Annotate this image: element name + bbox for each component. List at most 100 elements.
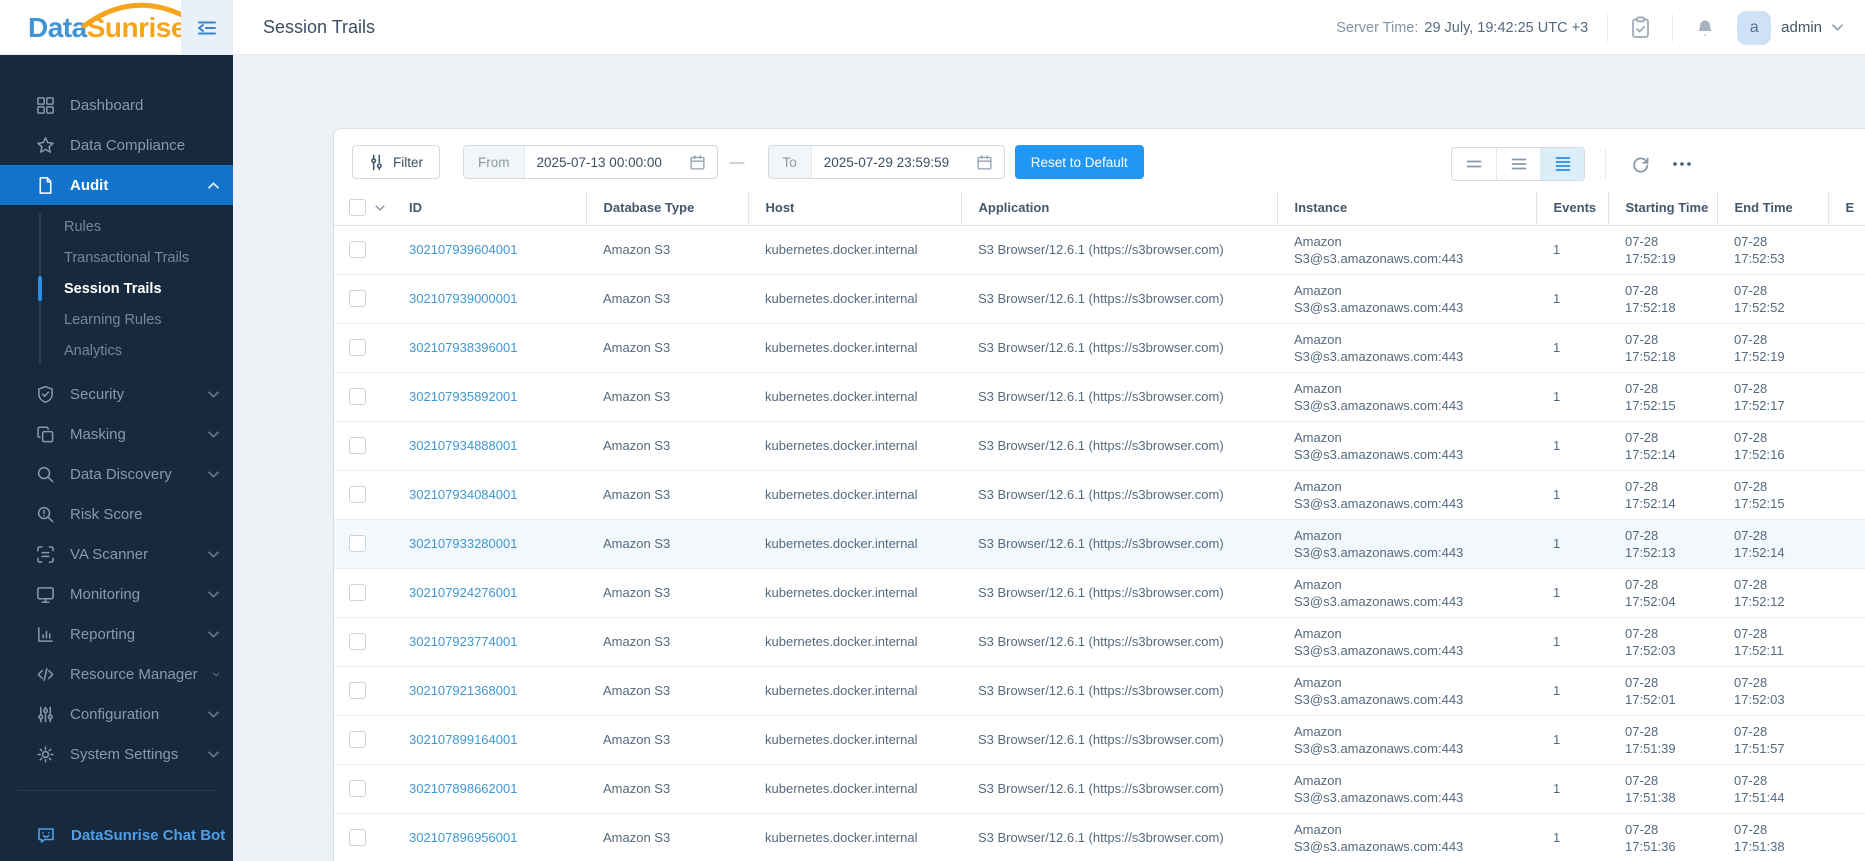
clipboard-icon[interactable] <box>1627 15 1653 41</box>
session-id-link[interactable]: 302107935892001 <box>409 389 517 404</box>
table-row[interactable]: 302107935892001 Amazon S3 kubernetes.doc… <box>334 372 1865 422</box>
table-row[interactable]: 302107933280001 Amazon S3 kubernetes.doc… <box>334 519 1865 569</box>
row-checkbox[interactable] <box>349 731 366 749</box>
sidebar-item-risk-score[interactable]: Risk Score <box>0 494 233 534</box>
session-id-link[interactable]: 302107923774001 <box>409 634 517 649</box>
row-checkbox[interactable] <box>349 437 366 455</box>
session-id-link[interactable]: 302107939604001 <box>409 242 517 257</box>
column-header-e-truncated[interactable]: E <box>1827 191 1865 226</box>
session-id-link[interactable]: 302107896956001 <box>409 830 517 845</box>
column-header-host[interactable]: Host <box>747 191 961 226</box>
calendar-icon[interactable] <box>974 146 1004 178</box>
row-checkbox[interactable] <box>349 339 366 357</box>
calendar-icon[interactable] <box>687 146 717 178</box>
table-row[interactable]: 302107898662001 Amazon S3 kubernetes.doc… <box>334 764 1865 814</box>
sidebar-item-resource-manager[interactable]: Resource Manager <box>0 654 233 694</box>
sidebar-item-rules[interactable]: Rules <box>0 211 233 242</box>
column-header-starting-time[interactable]: Starting Time <box>1607 191 1717 226</box>
sidebar-item-reporting[interactable]: Reporting <box>0 614 233 654</box>
column-header-events[interactable]: Events <box>1535 191 1608 226</box>
row-checkbox[interactable] <box>349 388 366 406</box>
table-row[interactable]: 302107899164001 Amazon S3 kubernetes.doc… <box>334 715 1865 765</box>
row-checkbox[interactable] <box>349 633 366 651</box>
bell-icon[interactable] <box>1692 15 1718 41</box>
row-checkbox[interactable] <box>349 241 366 259</box>
select-all-checkbox[interactable] <box>349 199 366 217</box>
cell-extra <box>1828 323 1865 373</box>
selection-menu-chevron-icon[interactable] <box>375 205 385 211</box>
cell-end-time: 07-28 17:52:17 <box>1717 372 1828 422</box>
cell-application: S3 Browser/12.6.1 (https://s3browser.com… <box>961 323 1277 373</box>
session-id-link[interactable]: 302107898662001 <box>409 781 517 796</box>
to-date-field[interactable]: To 2025-07-29 23:59:59 <box>767 145 1005 179</box>
row-checkbox[interactable] <box>349 780 366 798</box>
sidebar-item-configuration[interactable]: Configuration <box>0 694 233 734</box>
more-options-icon[interactable] <box>1668 150 1696 178</box>
session-id-link[interactable]: 302107939000001 <box>409 291 517 306</box>
refresh-icon[interactable] <box>1626 150 1654 178</box>
cell-select <box>334 813 401 861</box>
cell-starting-time: 07-28 17:52:04 <box>1608 568 1717 618</box>
sidebar-item-monitoring[interactable]: Monitoring <box>0 574 233 614</box>
sidebar-item-data-compliance[interactable]: Data Compliance <box>0 125 233 165</box>
user-name: admin <box>1781 19 1822 36</box>
table-row[interactable]: 302107939000001 Amazon S3 kubernetes.doc… <box>334 274 1865 324</box>
session-id-link[interactable]: 302107924276001 <box>409 585 517 600</box>
from-date-value[interactable]: 2025-07-13 00:00:00 <box>525 146 687 178</box>
cell-application: S3 Browser/12.6.1 (https://s3browser.com… <box>961 764 1277 814</box>
column-header-end-time[interactable]: End Time <box>1716 191 1828 226</box>
sidebar-item-analytics[interactable]: Analytics <box>0 335 233 366</box>
user-menu[interactable]: a admin <box>1737 10 1843 45</box>
table-row[interactable]: 302107938396001 Amazon S3 kubernetes.doc… <box>334 323 1865 373</box>
sidebar-item-audit[interactable]: Audit <box>0 165 233 205</box>
sidebar-item-transactional-trails[interactable]: Transactional Trails <box>0 242 233 273</box>
session-id-link[interactable]: 302107933280001 <box>409 536 517 551</box>
row-checkbox[interactable] <box>349 290 366 308</box>
session-id-link[interactable]: 302107934888001 <box>409 438 517 453</box>
sidebar-item-system-settings[interactable]: System Settings <box>0 734 233 774</box>
cell-extra <box>1828 764 1865 814</box>
density-comfortable-button[interactable] <box>1540 148 1584 180</box>
sidebar-item-dashboard[interactable]: Dashboard <box>0 85 233 125</box>
dashboard-icon <box>36 96 55 115</box>
density-compact-button[interactable] <box>1452 148 1496 180</box>
session-id-link[interactable]: 302107934084001 <box>409 487 517 502</box>
column-header-id[interactable]: ID <box>401 191 586 226</box>
session-id-link[interactable]: 302107899164001 <box>409 732 517 747</box>
chevron-down-icon <box>1832 24 1843 31</box>
column-header-database-type[interactable]: Database Type <box>585 191 748 226</box>
table-row[interactable]: 302107934888001 Amazon S3 kubernetes.doc… <box>334 421 1865 471</box>
row-checkbox[interactable] <box>349 486 366 504</box>
column-header-application[interactable]: Application <box>960 191 1277 226</box>
sidebar-item-session-trails[interactable]: Session Trails <box>0 273 233 304</box>
table-row[interactable]: 302107939604001 Amazon S3 kubernetes.doc… <box>334 225 1865 275</box>
chat-bot-link[interactable]: DataSunrise Chat Bot <box>0 815 233 855</box>
row-checkbox[interactable] <box>349 535 366 553</box>
session-id-link[interactable]: 302107921368001 <box>409 683 517 698</box>
sidebar-item-va-scanner[interactable]: VA Scanner <box>0 534 233 574</box>
filter-button[interactable]: Filter <box>352 145 440 179</box>
table-row[interactable]: 302107921368001 Amazon S3 kubernetes.doc… <box>334 666 1865 716</box>
row-checkbox[interactable] <box>349 829 366 847</box>
to-date-value[interactable]: 2025-07-29 23:59:59 <box>812 146 974 178</box>
table-row[interactable]: 302107896956001 Amazon S3 kubernetes.doc… <box>334 813 1865 861</box>
table-row[interactable]: 302107923774001 Amazon S3 kubernetes.doc… <box>334 617 1865 667</box>
reset-to-default-button[interactable]: Reset to Default <box>1014 145 1144 179</box>
sidebar-item-security[interactable]: Security <box>0 374 233 414</box>
row-checkbox[interactable] <box>349 584 366 602</box>
sidebar-item-learning-rules[interactable]: Learning Rules <box>0 304 233 335</box>
table-row[interactable]: 302107934084001 Amazon S3 kubernetes.doc… <box>334 470 1865 520</box>
column-header-instance[interactable]: Instance <box>1276 191 1536 226</box>
cell-extra <box>1828 617 1865 667</box>
table-row[interactable]: 302107924276001 Amazon S3 kubernetes.doc… <box>334 568 1865 618</box>
density-medium-button[interactable] <box>1496 148 1540 180</box>
session-id-link[interactable]: 302107938396001 <box>409 340 517 355</box>
sidebar-item-masking[interactable]: Masking <box>0 414 233 454</box>
sidebar-collapse-button[interactable] <box>181 0 233 55</box>
code-icon <box>36 665 55 684</box>
sidebar-item-data-discovery[interactable]: Data Discovery <box>0 454 233 494</box>
from-date-field[interactable]: From 2025-07-13 00:00:00 <box>463 145 718 179</box>
cell-events: 1 <box>1536 568 1608 618</box>
row-checkbox[interactable] <box>349 682 366 700</box>
cell-application: S3 Browser/12.6.1 (https://s3browser.com… <box>961 225 1277 275</box>
